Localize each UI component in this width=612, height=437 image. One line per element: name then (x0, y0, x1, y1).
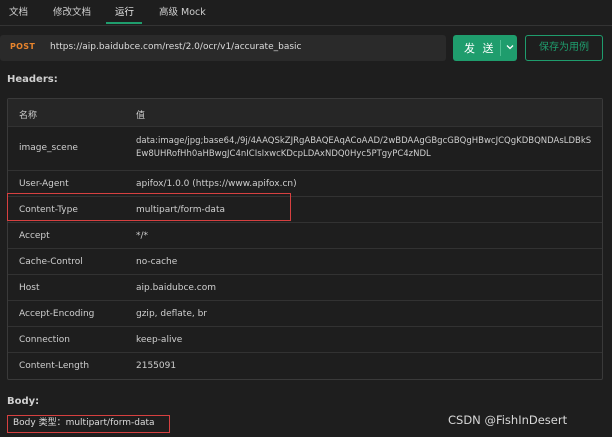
tab-advanced-mock[interactable]: 高级 Mock (159, 5, 206, 21)
table-row: Accept-Encoding gzip, deflate, br (8, 301, 602, 327)
tab-docs[interactable]: 文档 (9, 5, 28, 21)
header-value: no-cache (136, 257, 178, 267)
table-row: Content-Length 2155091 (8, 353, 602, 379)
header-name: Accept (19, 231, 50, 241)
header-value: apifox/1.0.0 (https://www.apifox.cn) (136, 179, 297, 189)
column-header-value: 值 (136, 111, 146, 121)
table-row: Host aip.baidubce.com (8, 275, 602, 301)
column-header-name: 名称 (19, 111, 38, 121)
tab-bar: 文档 修改文档 运行 高级 Mock (0, 0, 612, 26)
save-as-case-button[interactable]: 保存为用例 (525, 35, 603, 61)
send-button-label: 发 送 (464, 42, 496, 55)
chevron-down-icon[interactable] (505, 42, 515, 52)
header-name: Accept-Encoding (19, 309, 95, 319)
table-row: Accept */* (8, 223, 602, 249)
table-row: image_scene data:image/jpg;base64,/9j/4A… (8, 127, 602, 171)
header-value: gzip, deflate, br (136, 309, 208, 319)
tab-run[interactable]: 运行 (115, 5, 134, 21)
table-row: Connection keep-alive (8, 327, 602, 353)
send-button-divider (500, 40, 501, 56)
tab-edit-docs[interactable]: 修改文档 (53, 5, 91, 21)
header-name: image_scene (19, 143, 78, 153)
http-method-badge[interactable]: POST (10, 42, 35, 51)
header-name: User-Agent (19, 179, 69, 189)
url-bar[interactable]: POST https://aip.baidubce.com/rest/2.0/o… (0, 35, 446, 61)
table-row: Cache-Control no-cache (8, 249, 602, 275)
header-name: Content-Length (19, 361, 90, 371)
header-value: */* (136, 231, 149, 241)
body-type-label: Body 类型：multipart/form-data (7, 415, 170, 433)
header-value: 2155091 (136, 361, 177, 371)
url-input[interactable]: https://aip.baidubce.com/rest/2.0/ocr/v1… (50, 42, 301, 52)
active-tab-indicator (106, 22, 142, 24)
content-type-highlight-box (7, 193, 291, 221)
headers-table: 名称 值 image_scene data:image/jpg;base64,/… (7, 98, 603, 380)
body-title: Body: (7, 396, 40, 407)
send-button[interactable]: 发 送 (453, 35, 517, 61)
header-value: aip.baidubce.com (136, 283, 217, 293)
header-name: Cache-Control (19, 257, 83, 267)
header-name: Host (19, 283, 40, 293)
table-header-row: 名称 值 (8, 99, 602, 127)
watermark: CSDN @FishInDesert (448, 413, 568, 427)
headers-title: Headers: (7, 74, 58, 85)
header-name: Connection (19, 335, 70, 345)
header-value: data:image/jpg;base64,/9j/4AAQSkZJRgABAQ… (136, 136, 592, 159)
header-value: keep-alive (136, 335, 183, 345)
